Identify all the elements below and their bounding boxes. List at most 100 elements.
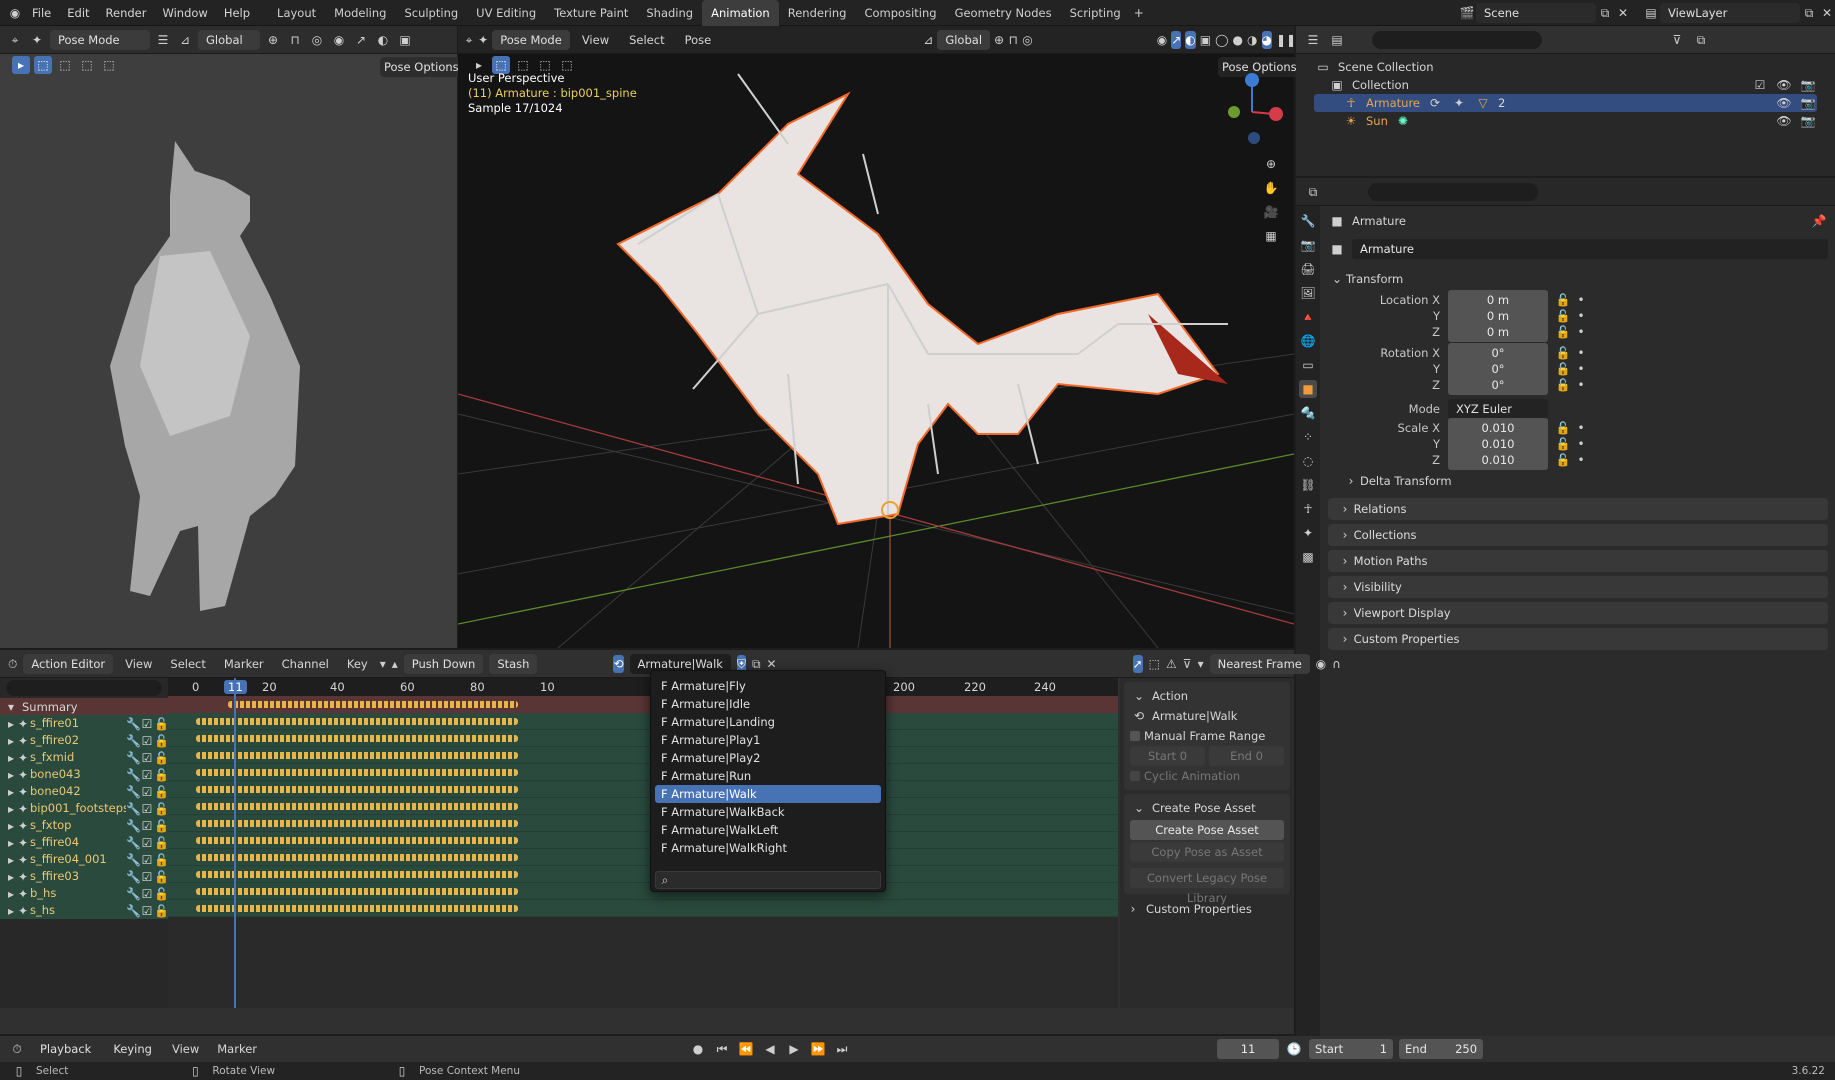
checkbox-icon[interactable]: ☑ (140, 868, 154, 886)
editor-mode-dropdown[interactable]: Action Editor (23, 653, 114, 674)
action-option[interactable]: F Armature|Landing (655, 713, 881, 731)
panel-relations[interactable]: › Relations (1328, 498, 1828, 520)
falloff-icon[interactable]: ∩ (1332, 655, 1341, 673)
menu-window[interactable]: Window (154, 0, 215, 26)
data-tab-icon[interactable]: ☥ (1299, 500, 1317, 518)
playhead-line[interactable] (234, 678, 236, 1008)
lock-icon[interactable]: 🔓 (1554, 376, 1572, 394)
keyframe-strip[interactable] (196, 718, 518, 725)
chevron-right-icon[interactable]: ▸ (6, 715, 16, 733)
transform-panel-header[interactable]: ⌄ Transform (1328, 266, 1828, 292)
object-name-field[interactable]: Armature (1352, 239, 1828, 259)
checkbox-icon[interactable]: ☑ (140, 817, 154, 835)
add-workspace-icon[interactable]: + (1130, 4, 1148, 22)
key-row[interactable] (168, 866, 1118, 883)
editor-type-icon[interactable]: ☰ (1304, 31, 1322, 49)
rotation-z-field[interactable]: 0° (1448, 375, 1548, 395)
key-row[interactable] (168, 832, 1118, 849)
action-option[interactable]: F Armature|Walk (655, 785, 881, 803)
channel-row[interactable]: ▸ ✦ s_ffire04_001 🔧 ☑ 🔓 (0, 851, 169, 869)
manual-range-checkbox[interactable] (1130, 731, 1140, 741)
left-orientation-dropdown[interactable]: Global (198, 29, 260, 50)
key-row[interactable] (168, 798, 1118, 815)
key-row[interactable] (168, 883, 1118, 900)
object-tab-icon[interactable]: ■ (1299, 380, 1317, 398)
camera-render-icon[interactable]: 📷 (1799, 76, 1817, 94)
key-row[interactable] (168, 713, 1118, 730)
editor-type-icon[interactable]: ⏱ (8, 655, 17, 673)
layer-down-icon[interactable]: ▾ (380, 655, 386, 673)
checkbox-icon[interactable]: ☑ (140, 766, 154, 784)
rotation-mode-dropdown[interactable]: XYZ Euler (1448, 399, 1548, 419)
scale-z-field[interactable]: 0.010 (1448, 450, 1548, 470)
lock-icon[interactable]: 🔓 (154, 902, 169, 920)
menu-icon[interactable]: ☰ (154, 31, 172, 49)
bone-tab-icon[interactable]: ✦ (1299, 524, 1317, 542)
snap-icon[interactable]: ⊓ (286, 31, 304, 49)
ae-marker-menu[interactable]: Marker (218, 657, 270, 671)
keyframe-strip[interactable] (196, 905, 518, 912)
panel-custom-properties[interactable]: › Custom Properties (1328, 628, 1828, 650)
wireframe-shading-icon[interactable]: ◯ (1215, 31, 1228, 49)
key-row[interactable] (168, 849, 1118, 866)
dopesheet-keyframes[interactable]: 0 11 20 40 60 80 10 60 180 200 220 240 (168, 678, 1118, 1008)
play-reverse-icon[interactable]: ◀ (761, 1040, 779, 1058)
browse-action-icon[interactable]: ⟲ (613, 654, 624, 673)
create-pose-asset-button[interactable]: Create Pose Asset (1130, 820, 1284, 840)
display-mode-icon[interactable]: ▤ (1328, 31, 1346, 49)
only-selected-icon[interactable]: ➚ (1132, 654, 1143, 673)
close-scene-icon[interactable]: ✕ (1614, 4, 1632, 22)
tab-scripting[interactable]: Scripting (1061, 0, 1130, 26)
lock-icon[interactable]: 🔓 (154, 868, 169, 886)
channel-search[interactable] (6, 680, 162, 696)
ae-select-menu[interactable]: Select (164, 657, 211, 671)
camera-render-icon[interactable]: 📷 (1799, 94, 1817, 112)
checkbox-icon[interactable]: ☑ (140, 851, 154, 869)
channel-row[interactable]: ▸ ✦ s_ffire02 🔧 ☑ 🔓 (0, 732, 169, 750)
panel-collections[interactable]: › Collections (1328, 524, 1828, 546)
action-option[interactable]: F Armature|Fly (655, 677, 881, 695)
popup-search-field[interactable]: ⌕ (655, 871, 881, 889)
lock-icon[interactable]: 🔓 (1554, 323, 1572, 341)
modifier-tab-icon[interactable]: 🔩 (1299, 404, 1317, 422)
action-option[interactable]: F Armature|WalkRight (655, 839, 881, 857)
chevron-right-icon[interactable]: ▸ (6, 868, 16, 886)
wrench-icon[interactable]: 🔧 (126, 902, 141, 920)
key-row[interactable] (168, 730, 1118, 747)
keyframe-strip[interactable] (196, 871, 518, 878)
checkbox-icon[interactable]: ☑ (140, 715, 154, 733)
select-menu[interactable]: Select (621, 33, 672, 47)
key-row[interactable] (168, 900, 1118, 917)
blender-logo-icon[interactable]: ◉ (6, 4, 24, 22)
select-subtract-icon[interactable]: ⬚ (78, 56, 96, 74)
snap-icon[interactable]: ⊓ (1008, 31, 1018, 49)
constraint-tab-icon[interactable]: ⛓ (1299, 476, 1317, 494)
render-tab-icon[interactable]: 📷 (1299, 236, 1317, 254)
tab-layout[interactable]: Layout (268, 0, 325, 26)
ae-key-menu[interactable]: Key (341, 657, 374, 671)
lock-icon[interactable]: 🔓 (154, 732, 169, 750)
channel-row[interactable]: ▸ ✦ s_fxmid 🔧 ☑ 🔓 (0, 749, 169, 766)
gizmo-icon[interactable]: ↗ (1171, 30, 1182, 49)
collection-item[interactable]: Collection (1352, 77, 1409, 93)
snap-icon[interactable]: ▾ (1198, 655, 1204, 673)
channel-row[interactable]: ▸ ✦ s_ffire01 🔧 ☑ 🔓 (0, 715, 169, 733)
main-orientation-dropdown[interactable]: Global (937, 29, 991, 50)
tl-view-menu[interactable]: View (166, 1042, 205, 1056)
keyframe-strip[interactable] (196, 837, 518, 844)
stash-button[interactable]: Stash (489, 653, 538, 674)
channel-row[interactable]: ▸ ✦ bone043 🔧 ☑ 🔓 (0, 766, 169, 784)
lock-icon[interactable]: 🔓 (154, 800, 169, 818)
keyframe-dot-icon[interactable]: • (1572, 323, 1590, 341)
keyframe-dot-icon[interactable]: • (1572, 376, 1590, 394)
rendered-shading-icon[interactable]: ◕ (1261, 30, 1272, 49)
channel-row[interactable]: ▸ ✦ s_ffire04 🔧 ☑ 🔓 (0, 834, 169, 851)
checkbox-icon[interactable]: ☑ (140, 783, 154, 801)
timeline-editor-icon[interactable]: ⏱ (8, 1040, 26, 1058)
action-option[interactable]: F Armature|Play1 (655, 731, 881, 749)
start-frame-field[interactable]: Start 1 (1309, 1039, 1394, 1059)
channel-row[interactable]: ▸ ✦ s_hs 🔧 ☑ 🔓 (0, 902, 169, 920)
scene-selector[interactable]: Scene (1476, 3, 1596, 23)
eye-icon[interactable]: 👁 (1775, 94, 1793, 112)
action-option[interactable]: F Armature|Run (655, 767, 881, 785)
